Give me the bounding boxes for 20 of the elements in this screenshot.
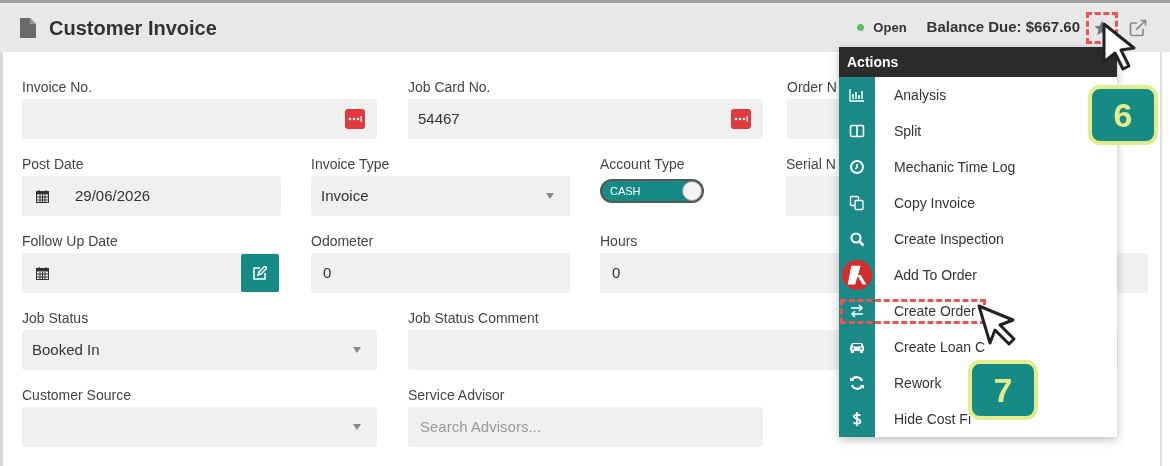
step-badge: 6	[1088, 85, 1158, 145]
field-label: Account Type	[600, 155, 685, 174]
field-label: Invoice No.	[22, 78, 93, 97]
field-label: Post Date	[22, 155, 84, 174]
field-label: Order N	[787, 78, 837, 97]
field-label: Serial N	[786, 155, 836, 174]
field-label: Job Card No.	[408, 78, 491, 97]
page-title: Customer Invoice	[49, 15, 217, 41]
field-label: Customer Source	[22, 386, 131, 405]
status-label: Open	[873, 18, 907, 37]
field-label: Invoice Type	[311, 155, 390, 174]
field-label: Follow Up Date	[22, 232, 118, 251]
field-label: Odometer	[311, 232, 374, 251]
balance-due: Balance Due: $667.60	[926, 17, 1080, 38]
field-label: Job Status	[22, 309, 89, 328]
field-label: Service Advisor	[408, 386, 505, 405]
menu-title: Actions	[847, 52, 899, 72]
field-label: Hours	[600, 232, 638, 251]
step-badge: 7	[968, 360, 1038, 420]
field-label: Job Status Comment	[408, 309, 539, 328]
